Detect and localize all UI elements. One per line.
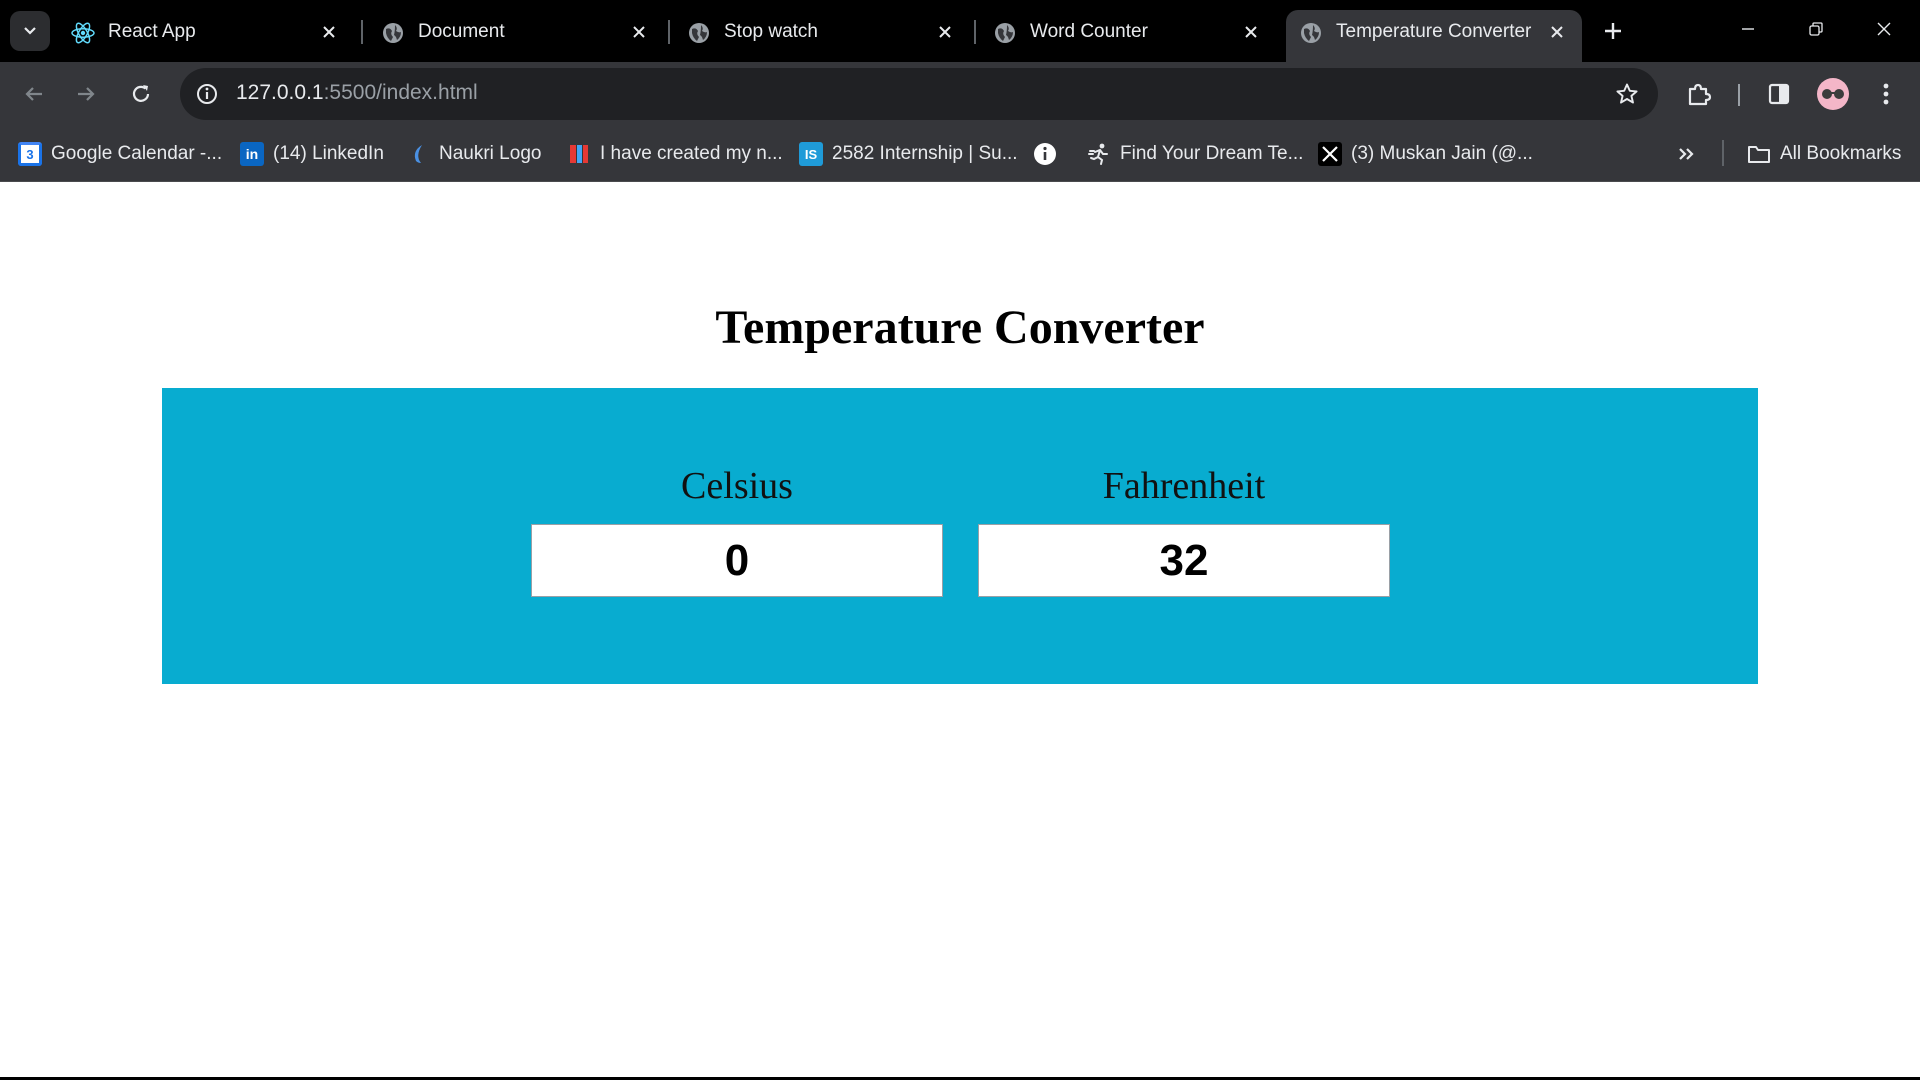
- tab-title: React App: [108, 21, 196, 42]
- plus-icon: [1605, 23, 1621, 39]
- restore-button[interactable]: [1796, 12, 1836, 46]
- bookmark-info[interactable]: [1033, 138, 1066, 170]
- bookmark-internshala[interactable]: IS 2582 Internship | Su...: [799, 138, 1018, 170]
- minimize-icon: [1742, 28, 1754, 30]
- celsius-field: Celsius: [531, 462, 943, 597]
- bookmark-x-profile[interactable]: (3) Muskan Jain (@...: [1318, 138, 1533, 170]
- tab-word-counter[interactable]: Word Counter: [980, 10, 1276, 62]
- bookmark-label: (3) Muskan Jain (@...: [1351, 143, 1533, 164]
- tab-react-app[interactable]: React App: [58, 10, 354, 62]
- reload-button[interactable]: [121, 74, 161, 114]
- profile-avatar[interactable]: [1817, 78, 1849, 110]
- bookmark-label: 2582 Internship | Su...: [832, 143, 1018, 164]
- internshala-icon: IS: [799, 142, 823, 166]
- bookmark-label: Naukri Logo: [439, 143, 542, 164]
- bookmark-created[interactable]: I have created my n...: [567, 138, 783, 170]
- globe-icon: [992, 20, 1018, 46]
- site-info-icon[interactable]: [192, 79, 222, 109]
- info-icon: [1033, 142, 1057, 166]
- google-calendar-icon: 3: [18, 142, 42, 166]
- chevron-down-icon: [24, 27, 36, 35]
- bookmark-label: All Bookmarks: [1780, 143, 1902, 164]
- bookmark-label: (14) LinkedIn: [273, 143, 384, 164]
- bookmark-label: Google Calendar -...: [51, 143, 223, 164]
- close-icon[interactable]: [932, 19, 958, 45]
- celsius-input[interactable]: [531, 524, 943, 597]
- bookmark-google-calendar[interactable]: 3 Google Calendar -...: [18, 138, 222, 170]
- minimize-button[interactable]: [1728, 12, 1768, 46]
- tab-strip: React App Document Stop watch Word Count…: [0, 0, 1920, 62]
- toolbar-divider: [1738, 84, 1740, 106]
- celsius-label: Celsius: [681, 465, 793, 507]
- extensions-button[interactable]: [1679, 74, 1719, 114]
- menu-button[interactable]: [1866, 74, 1906, 114]
- side-panel-button[interactable]: [1759, 74, 1799, 114]
- tab-divider: [974, 20, 976, 44]
- more-vert-icon: [1883, 83, 1889, 105]
- tab-temperature-converter[interactable]: Temperature Converter: [1286, 10, 1582, 62]
- bookmarks-bar: 3 Google Calendar -... in (14) LinkedIn …: [0, 126, 1920, 182]
- url-path: :5500/index.html: [323, 81, 478, 104]
- close-icon[interactable]: [316, 19, 342, 45]
- address-bar[interactable]: 127.0.0.1:5500/index.html: [180, 68, 1658, 120]
- glasses-icon: [1822, 89, 1844, 99]
- bookmark-naukri[interactable]: Naukri Logo: [406, 138, 541, 170]
- tab-search-button[interactable]: [10, 11, 50, 51]
- url-text[interactable]: 127.0.0.1:5500/index.html: [236, 81, 478, 105]
- bookmark-label: Find Your Dream Te...: [1120, 143, 1304, 164]
- naukri-icon: [406, 142, 430, 166]
- bookmark-site-icon: [567, 142, 591, 166]
- forward-button[interactable]: [66, 74, 106, 114]
- fahrenheit-label: Fahrenheit: [1102, 465, 1266, 507]
- reload-icon: [132, 85, 150, 102]
- new-tab-button[interactable]: [1596, 14, 1630, 48]
- bookmark-label: I have created my n...: [600, 143, 783, 164]
- more-bookmarks-button[interactable]: [1676, 138, 1696, 170]
- folder-icon: [1747, 142, 1771, 166]
- tab-title: Word Counter: [1030, 21, 1148, 42]
- close-icon[interactable]: [1544, 19, 1570, 45]
- bookmark-star-icon[interactable]: [1612, 79, 1642, 109]
- close-icon[interactable]: [1238, 19, 1264, 45]
- browser-chrome: React App Document Stop watch Word Count…: [0, 0, 1920, 182]
- browser-toolbar: 127.0.0.1:5500/index.html: [0, 62, 1920, 126]
- globe-icon: [1298, 20, 1324, 46]
- close-icon[interactable]: [626, 19, 652, 45]
- fahrenheit-field: Fahrenheit: [978, 462, 1390, 597]
- side-panel-icon: [1768, 83, 1790, 105]
- runner-icon: [1087, 142, 1111, 166]
- bookmark-find-dream[interactable]: Find Your Dream Te...: [1087, 138, 1303, 170]
- arrow-left-icon: [25, 87, 42, 101]
- back-button[interactable]: [14, 74, 54, 114]
- converter-panel: Celsius Fahrenheit: [162, 388, 1758, 684]
- tab-document[interactable]: Document: [368, 10, 664, 62]
- puzzle-icon: [1688, 83, 1712, 106]
- tab-divider: [668, 20, 670, 44]
- url-host: 127.0.0.1: [236, 81, 324, 104]
- tab-stop-watch[interactable]: Stop watch: [674, 10, 970, 62]
- linkedin-icon: in: [240, 142, 264, 166]
- globe-icon: [686, 20, 712, 46]
- react-icon: [70, 20, 96, 46]
- arrow-right-icon: [78, 87, 95, 101]
- x-logo-icon: [1318, 142, 1342, 166]
- bookmarks-divider: [1722, 140, 1724, 166]
- fahrenheit-input[interactable]: [978, 524, 1390, 597]
- page-title: Temperature Converter: [715, 301, 1205, 354]
- double-chevron-right-icon: [1679, 148, 1694, 160]
- tab-divider: [361, 20, 363, 44]
- tab-title: Stop watch: [724, 21, 818, 42]
- bookmark-linkedin[interactable]: in (14) LinkedIn: [240, 138, 384, 170]
- tab-title: Temperature Converter: [1336, 21, 1532, 42]
- close-icon: [1877, 22, 1891, 36]
- close-window-button[interactable]: [1864, 12, 1904, 46]
- all-bookmarks-button[interactable]: All Bookmarks: [1747, 138, 1901, 170]
- restore-icon: [1809, 22, 1823, 36]
- tab-title: Document: [418, 21, 505, 42]
- globe-icon: [380, 20, 406, 46]
- page-content: Temperature Converter Celsius Fahrenheit: [0, 182, 1920, 1080]
